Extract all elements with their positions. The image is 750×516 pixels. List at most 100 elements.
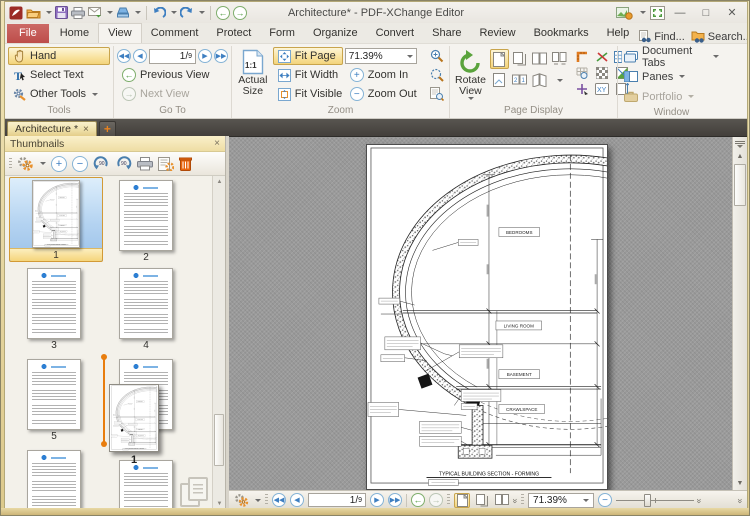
maximize-button[interactable]: □ [695,5,717,20]
thumbnail-page-2[interactable] [119,180,173,251]
app-logo-icon[interactable] [9,6,23,20]
dragged-page-thumbnail[interactable] [109,384,159,452]
redo-dropdown-icon[interactable] [199,11,205,14]
fit-width-button[interactable]: Fit Width [273,66,343,84]
zoom-tool-button[interactable] [428,47,446,65]
last-page-button[interactable]: ▶▶ [388,493,402,507]
previous-page-button[interactable]: ◀ [133,49,147,63]
rotate-ccw-button[interactable]: 90 [93,156,110,171]
close-button[interactable]: ✕ [721,5,743,20]
page-number-field[interactable]: 1/9 [308,493,366,507]
zoom-in-button[interactable]: + Zoom In [345,66,426,84]
zoom-out-button[interactable]: − [598,493,613,507]
ruler-button[interactable] [573,49,592,65]
cover-mode-button[interactable] [490,70,509,90]
thumbnail-page-8[interactable] [119,460,173,509]
save-button[interactable] [55,6,68,19]
history-back-button[interactable]: ← [216,5,230,20]
shrink-thumbnails-button[interactable]: − [72,155,88,172]
thumbnail-image[interactable] [32,180,80,248]
document-scrollbar[interactable]: ▲ ▼ [732,137,747,490]
layout-options-dropdown[interactable] [550,70,569,90]
menu-tab-help[interactable]: Help [598,24,639,43]
open-file-button[interactable] [26,7,41,19]
thumbnail-page-4[interactable] [119,268,173,339]
statusbar-grip[interactable] [265,494,268,506]
previous-view-button[interactable]: ← [411,493,425,507]
undo-button[interactable] [152,6,166,19]
thumbnails-scroll-thumb[interactable] [214,414,224,466]
thumbnails-options-button[interactable] [17,156,33,171]
first-page-button[interactable]: ◀◀ [117,49,131,63]
first-page-button[interactable]: ◀◀ [272,493,286,507]
menu-tab-comment[interactable]: Comment [142,24,208,43]
single-page-layout-button[interactable] [489,49,509,69]
statusbar-overflow-icon[interactable]: » [735,498,745,501]
document-tab-close-icon[interactable]: × [83,124,89,135]
actual-size-button[interactable]: 1:1 Actual Size [235,47,271,97]
menu-tab-convert[interactable]: Convert [367,24,424,43]
menu-tab-share[interactable]: Share [423,24,470,43]
continuous-layout-button[interactable] [474,493,490,508]
thumbnails-options-dropdown-icon[interactable] [40,162,46,165]
thumbnail-page-3[interactable] [27,268,81,339]
fit-page-button[interactable]: Fit Page [272,47,343,65]
statusbar-grip[interactable] [521,494,525,506]
thumbnails-scrollbar[interactable]: ▲ ▼ [212,176,225,509]
stamp-dropdown-icon[interactable] [135,11,141,14]
statusbar-options-dropdown-icon[interactable] [255,498,261,502]
snap-button[interactable] [573,81,592,97]
pan-zoom-button[interactable] [428,85,446,103]
coordinates-button[interactable]: XY [593,81,612,97]
continuous-layout-button[interactable] [510,49,529,69]
menu-tab-form[interactable]: Form [260,24,304,43]
rotate-cw-button[interactable]: 90 [115,156,132,171]
menu-tab-organize[interactable]: Organize [304,24,367,43]
snap-grid-button[interactable] [573,65,592,81]
rotate-view-button[interactable]: Rotate View [453,47,488,100]
open-dropdown-icon[interactable] [46,11,52,14]
menu-tab-file[interactable]: File [7,24,49,43]
zoom-slider-handle[interactable] [644,493,652,507]
print-button[interactable] [71,6,85,19]
scroll-up-icon[interactable]: ▲ [213,176,225,187]
email-dropdown-icon[interactable] [107,11,113,14]
next-view-button[interactable]: → Next View [117,85,228,103]
fit-visible-button[interactable]: Fit Visible [273,85,343,103]
portfolio-button[interactable]: Portfolio [621,87,722,106]
document-scroll-thumb[interactable] [734,164,746,206]
document-tabs-button[interactable]: Document Tabs [621,45,722,69]
zoom-level-combobox[interactable]: 71.39% [344,48,417,64]
enlarge-thumbnails-button[interactable]: + [51,155,67,172]
more-zoom-icon[interactable]: » [695,498,705,501]
thumbnails-panel-close-icon[interactable]: × [214,138,220,149]
undo-dropdown-icon[interactable] [171,11,177,14]
loupe-tool-button[interactable] [428,66,446,84]
two-pages-layout-button[interactable] [494,493,510,508]
next-page-button[interactable]: ▶ [370,493,384,507]
page-order-button[interactable]: 21 [510,70,529,90]
print-thumbnails-button[interactable] [137,156,153,171]
email-button[interactable] [88,7,102,18]
transparency-grid-button[interactable] [593,65,612,81]
ui-options-dropdown-icon[interactable] [640,11,646,14]
document-page[interactable] [366,144,608,490]
zoom-level-combobox[interactable]: 71.39% [528,492,595,508]
page-number-field[interactable]: 1/9 [149,48,196,64]
booklet-view-button[interactable] [530,70,549,90]
statusbar-options-button[interactable] [234,493,249,507]
next-page-button[interactable]: ▶ [198,49,212,63]
toolbar-grip[interactable] [9,157,12,170]
thumbnail-page-1-selected[interactable]: 1 [9,177,103,262]
last-page-button[interactable]: ▶▶ [214,49,228,63]
two-pages-continuous-button[interactable] [550,49,569,69]
statusbar-grip[interactable] [447,494,450,506]
document-tab-architecture[interactable]: Architecture * × [7,121,97,136]
find-button[interactable]: Find... [638,30,685,43]
panes-button[interactable]: Panes [621,67,722,86]
measure-button[interactable] [593,49,612,65]
ui-options-button[interactable] [616,6,634,20]
zoom-slider-track[interactable] [616,493,695,507]
menu-tab-bookmarks[interactable]: Bookmarks [525,24,598,43]
thumbnail-page-7[interactable] [27,450,81,509]
